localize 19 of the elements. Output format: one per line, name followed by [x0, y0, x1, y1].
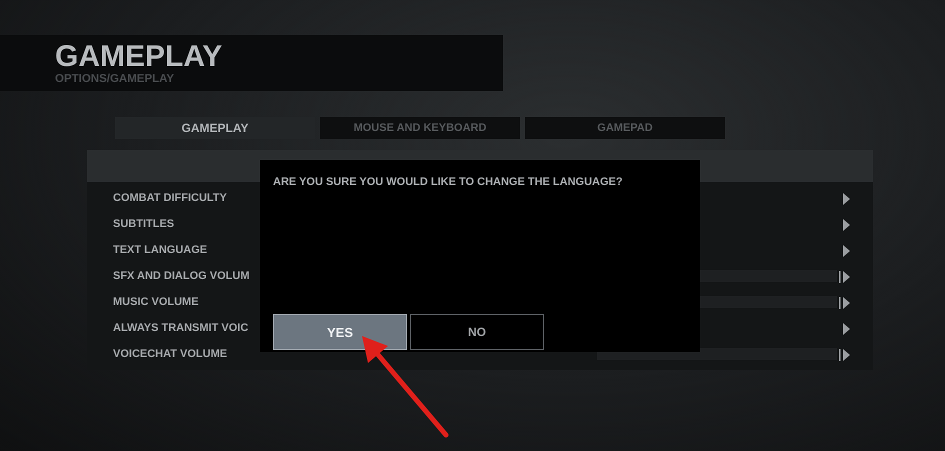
- slider-arrow-icon[interactable]: [839, 349, 851, 361]
- setting-label[interactable]: TEXT LANGUAGE: [113, 244, 208, 256]
- setting-label[interactable]: SUBTITLES: [113, 218, 174, 230]
- slider-arrow-icon[interactable]: [839, 297, 851, 309]
- dialog-button[interactable]: NO: [410, 314, 544, 350]
- setting-label[interactable]: SFX AND DIALOG VOLUM: [113, 270, 250, 282]
- slider-arrow-icon[interactable]: [839, 271, 851, 283]
- right-arrow-icon[interactable]: [843, 193, 851, 205]
- dialog-message: ARE YOU SURE YOU WOULD LIKE TO CHANGE THE LANGUAGE?: [273, 176, 623, 188]
- breadcrumb: OPTIONS/GAMEPLAY: [55, 73, 174, 85]
- dialog-button[interactable]: YES: [273, 314, 407, 350]
- setting-label[interactable]: ALWAYS TRANSMIT VOIC: [113, 322, 248, 334]
- right-arrow-icon[interactable]: [843, 245, 851, 257]
- right-arrow-icon[interactable]: [843, 323, 851, 335]
- setting-label[interactable]: VOICECHAT VOLUME: [113, 348, 228, 360]
- setting-label[interactable]: MUSIC VOLUME: [113, 296, 199, 308]
- right-arrow-icon[interactable]: [843, 219, 851, 231]
- setting-label[interactable]: COMBAT DIFFICULTY: [113, 192, 227, 204]
- page-title: GAMEPLAY: [55, 41, 222, 73]
